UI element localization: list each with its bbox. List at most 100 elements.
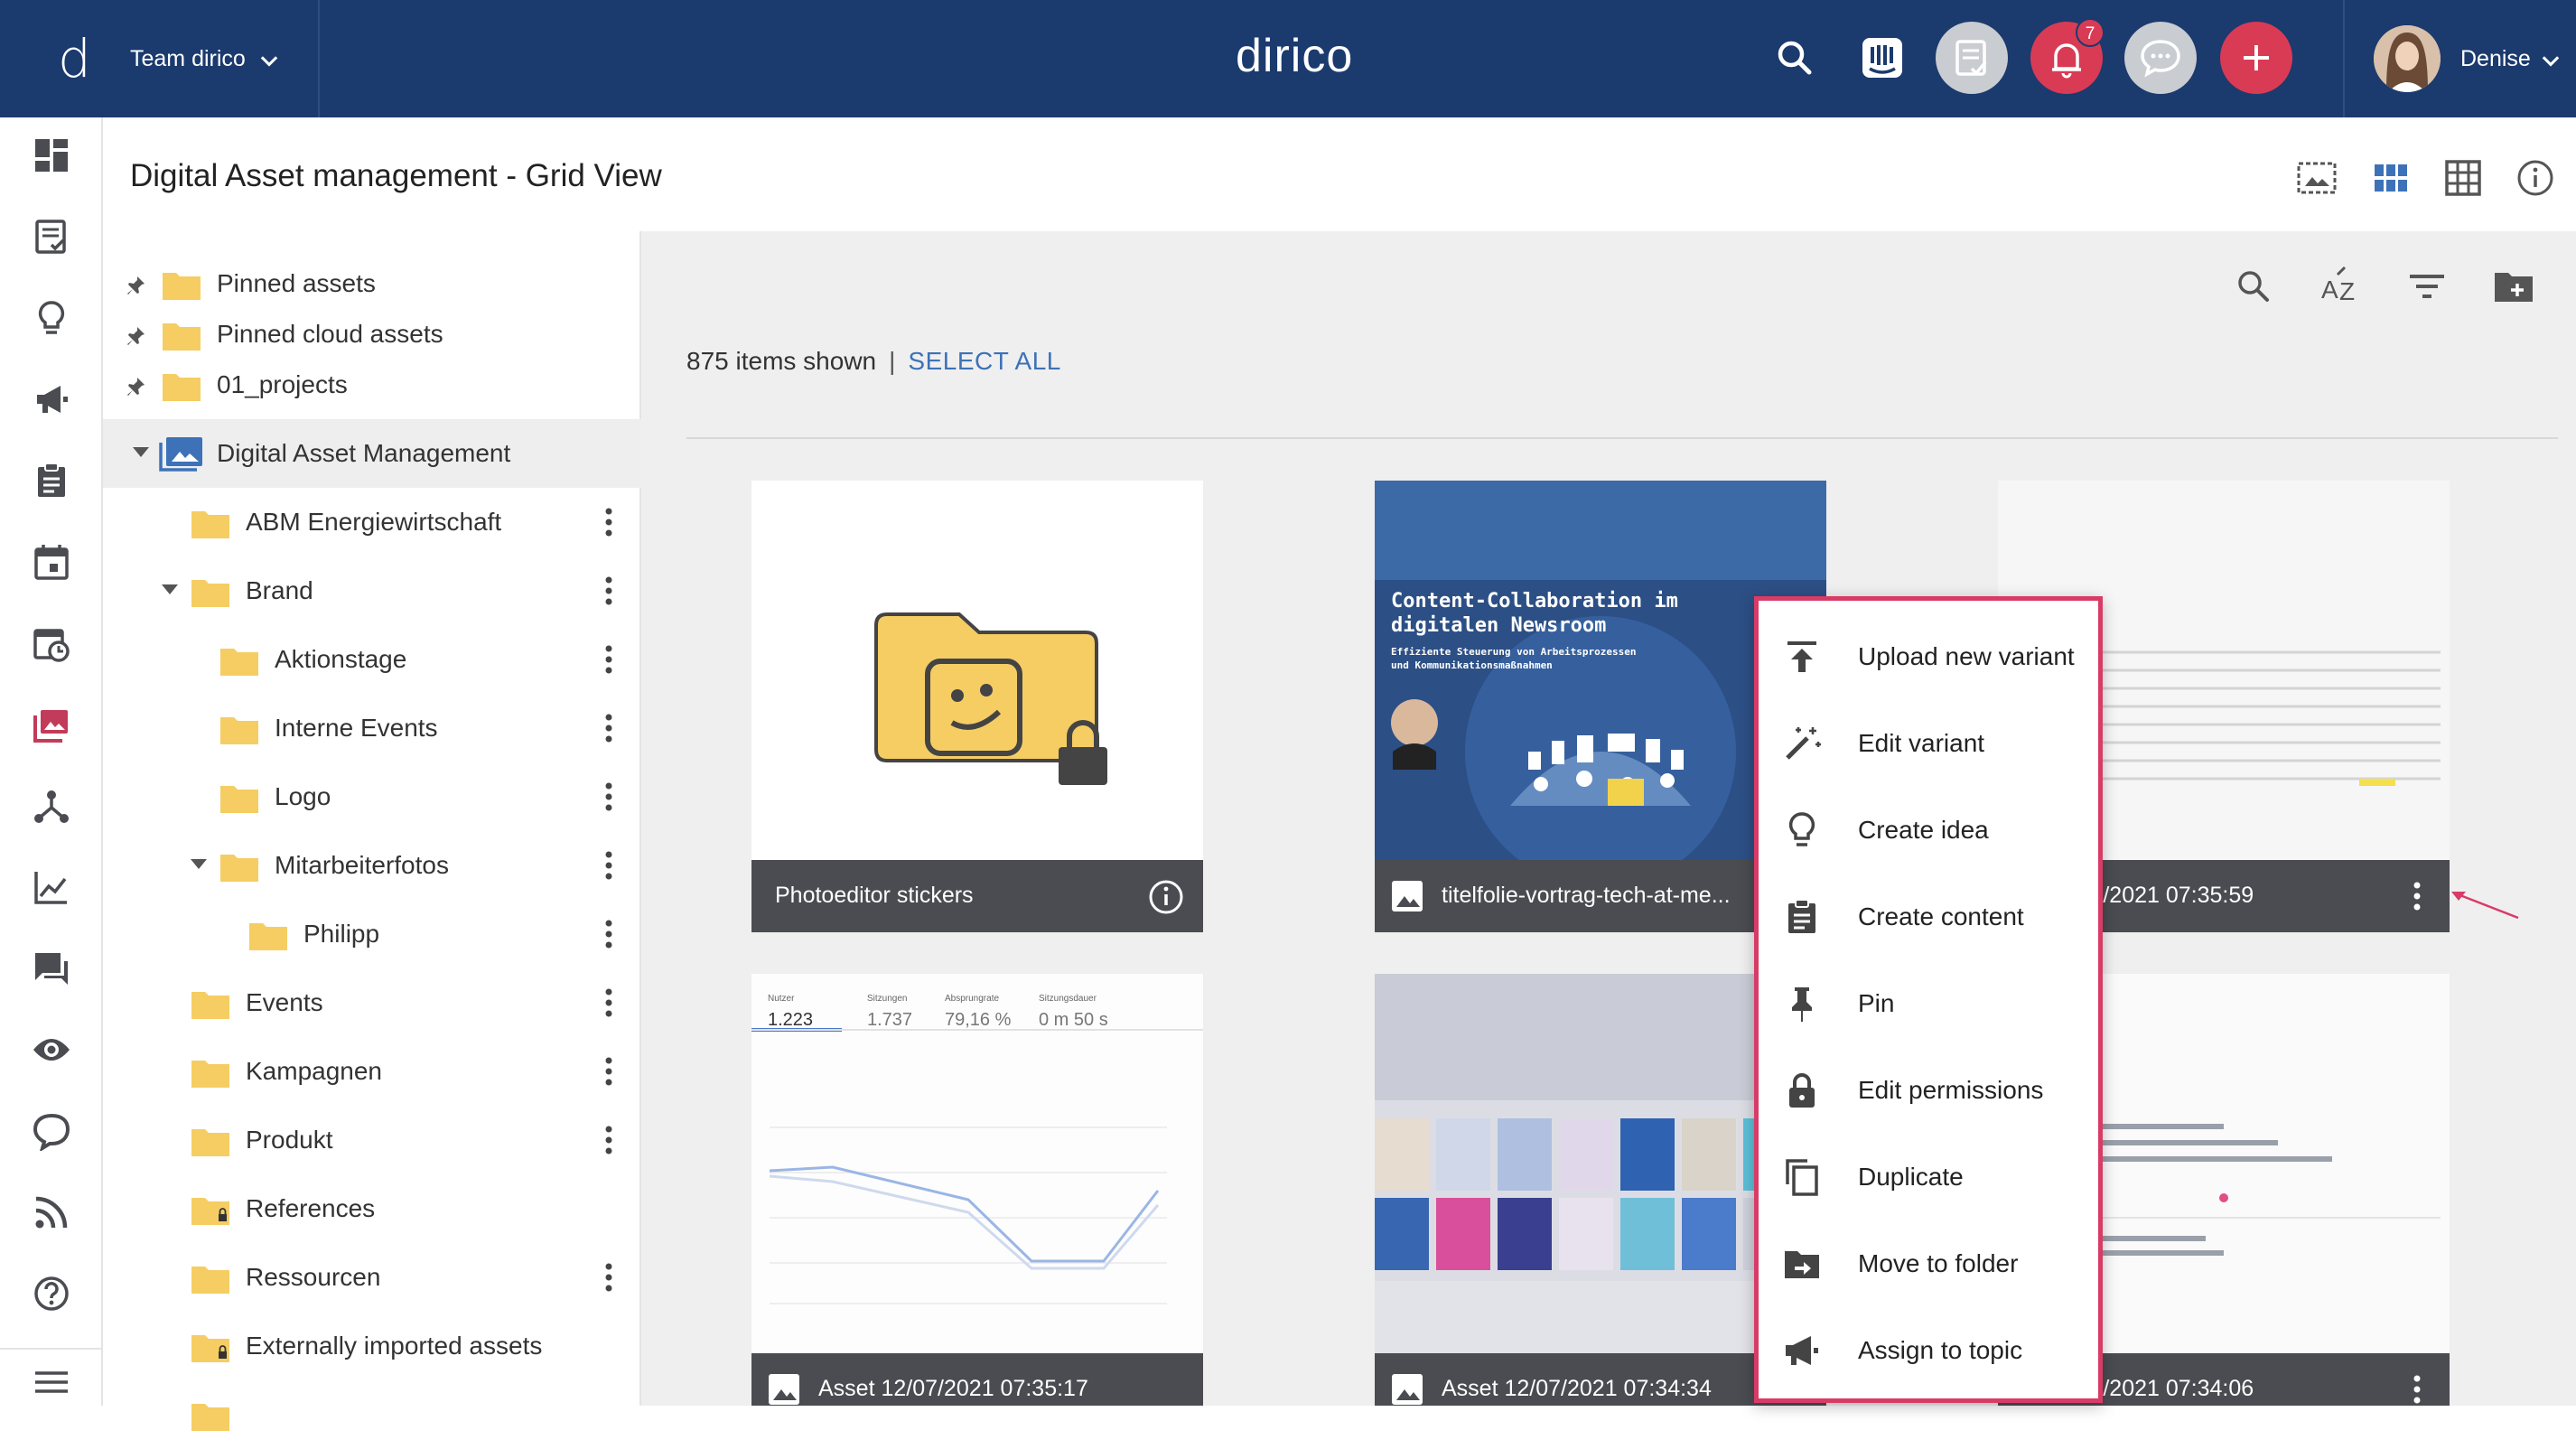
- megaphone-icon[interactable]: [32, 379, 71, 419]
- more-options-icon[interactable]: [603, 1055, 614, 1088]
- new-folder-icon[interactable]: [2491, 264, 2536, 309]
- asset-thumbnail: Nutzer Sitzungen Absprungrate Sitzungsda…: [751, 974, 1203, 1353]
- asset-library-icon: [159, 437, 202, 472]
- more-options-icon[interactable]: [2412, 878, 2422, 914]
- menu-item-assign-to-topic[interactable]: Assign to topic: [1759, 1307, 2098, 1394]
- calendar-icon[interactable]: [32, 542, 71, 582]
- tree-item-references[interactable]: References: [103, 1174, 641, 1243]
- image-view-icon[interactable]: [2296, 157, 2338, 199]
- tree-item-aktionstage[interactable]: Aktionstage: [103, 625, 641, 694]
- clipboard-icon[interactable]: [32, 461, 71, 500]
- rss-feed-icon[interactable]: [32, 1192, 71, 1232]
- chat-button[interactable]: [2124, 22, 2197, 94]
- folder-icon: [220, 786, 258, 813]
- more-options-icon[interactable]: [2412, 1371, 2422, 1406]
- tree-item-label: 01_projects: [217, 370, 348, 398]
- chat-bubble-icon: [2141, 40, 2180, 78]
- content-list-icon[interactable]: [32, 217, 71, 257]
- info-icon[interactable]: [1147, 878, 1185, 916]
- lightbulb-icon: [1788, 812, 1815, 846]
- tree-item-label: Pinned assets: [217, 269, 376, 297]
- menu-item-create-content[interactable]: Create content: [1759, 874, 2098, 960]
- menu-item-move-to-folder[interactable]: Move to folder: [1759, 1220, 2098, 1307]
- menu-icon[interactable]: [32, 1362, 71, 1402]
- tree-item-01-projects[interactable]: 01_projects: [103, 351, 641, 419]
- more-options-icon[interactable]: [603, 575, 614, 607]
- lightbulb-icon[interactable]: [32, 298, 71, 338]
- tree-item-partial[interactable]: [103, 1380, 641, 1449]
- comments-icon[interactable]: [32, 949, 71, 988]
- menu-item-upload-new-variant[interactable]: Upload new variant: [1759, 613, 2098, 700]
- search-icon[interactable]: [2231, 264, 2276, 309]
- tree-item-produkt[interactable]: Produkt: [103, 1106, 641, 1174]
- avatar[interactable]: [2374, 25, 2441, 92]
- select-all-link[interactable]: SELECT ALL: [908, 347, 1060, 375]
- asset-card-analytics[interactable]: Nutzer Sitzungen Absprungrate Sitzungsda…: [751, 974, 1203, 1406]
- schedule-icon[interactable]: [32, 623, 71, 663]
- more-options-icon[interactable]: [603, 781, 614, 813]
- filter-icon[interactable]: [2404, 264, 2450, 309]
- grid-view-icon[interactable]: [2370, 157, 2412, 199]
- table-view-icon[interactable]: [2442, 157, 2484, 199]
- sort-alphabetical-icon[interactable]: A Z: [2318, 264, 2363, 309]
- svg-text:A: A: [2321, 276, 2338, 304]
- more-options-icon[interactable]: [603, 849, 614, 882]
- menu-item-edit-permissions[interactable]: Edit permissions: [1759, 1047, 2098, 1134]
- more-options-icon[interactable]: [603, 712, 614, 744]
- more-options-icon[interactable]: [603, 918, 614, 950]
- caret-down-icon[interactable]: [190, 858, 208, 871]
- asset-card-photoeditor-stickers[interactable]: Photoeditor stickers: [751, 481, 1203, 932]
- assets-icon[interactable]: [32, 705, 71, 744]
- pointer-arrow-icon: [2451, 891, 2519, 920]
- tasks-button[interactable]: [1936, 22, 2008, 94]
- menu-item-edit-variant[interactable]: Edit variant: [1759, 700, 2098, 787]
- topics-icon[interactable]: [32, 1111, 71, 1151]
- page-title: Digital Asset management - Grid View: [130, 158, 662, 193]
- tree-item-ressourcen[interactable]: Ressourcen: [103, 1243, 641, 1312]
- tree-item-interne-events[interactable]: Interne Events: [103, 694, 641, 762]
- menu-item-pin[interactable]: Pin: [1759, 960, 2098, 1047]
- dashboard-icon[interactable]: [32, 136, 71, 175]
- tree-item-kampagnen[interactable]: Kampagnen: [103, 1037, 641, 1106]
- user-name: Denise: [2460, 46, 2531, 71]
- folder-icon: [220, 649, 258, 676]
- more-options-icon[interactable]: [603, 506, 614, 538]
- tree-item-label: Externally imported assets: [246, 1332, 543, 1360]
- more-options-icon[interactable]: [603, 986, 614, 1019]
- folder-icon: [163, 273, 201, 300]
- tree-item-abm-energiewirtschaft[interactable]: ABM Energiewirtschaft: [103, 488, 641, 556]
- help-icon[interactable]: [32, 1274, 71, 1313]
- navigation-rail: [0, 117, 103, 1406]
- slide-headline-line: digitalen Newsroom: [1391, 614, 1607, 637]
- tree-item-externally-imported-assets[interactable]: Externally imported assets: [103, 1312, 641, 1380]
- menu-item-create-idea[interactable]: Create idea: [1759, 787, 2098, 874]
- tree-item-brand[interactable]: Brand: [103, 556, 641, 625]
- chevron-down-icon: [260, 56, 278, 67]
- workflow-icon[interactable]: [32, 786, 71, 826]
- lock-icon: [1789, 1073, 1815, 1108]
- analytics-icon[interactable]: [32, 867, 71, 907]
- eye-icon[interactable]: [32, 1030, 71, 1070]
- search-icon[interactable]: [1759, 22, 1832, 94]
- info-icon[interactable]: [2515, 157, 2556, 199]
- metric-value: 1.223: [768, 1010, 814, 1030]
- caret-down-icon[interactable]: [161, 584, 179, 596]
- team-switcher[interactable]: d Team dirico: [0, 0, 320, 117]
- tree-item-mitarbeiterfotos[interactable]: Mitarbeiterfotos: [103, 831, 641, 900]
- caret-down-icon[interactable]: [132, 446, 150, 459]
- more-options-icon[interactable]: [603, 1261, 614, 1294]
- user-photo: [2374, 25, 2441, 92]
- more-options-icon[interactable]: [603, 1124, 614, 1156]
- more-options-icon[interactable]: [603, 643, 614, 676]
- tree-item-digital-asset-management[interactable]: Digital Asset Management: [103, 419, 641, 488]
- tree-item-events[interactable]: Events: [103, 968, 641, 1037]
- rail-divider: [0, 1348, 101, 1350]
- tree-item-label: Events: [246, 988, 323, 1016]
- tree-item-philipp[interactable]: Philipp: [103, 900, 641, 968]
- menu-item-duplicate[interactable]: Duplicate: [1759, 1134, 2098, 1220]
- intercom-icon[interactable]: [1846, 22, 1918, 94]
- chevron-down-icon[interactable]: [2538, 49, 2563, 74]
- tree-item-logo[interactable]: Logo: [103, 762, 641, 831]
- create-button[interactable]: [2220, 22, 2292, 94]
- tree-item-label: Produkt: [246, 1126, 333, 1154]
